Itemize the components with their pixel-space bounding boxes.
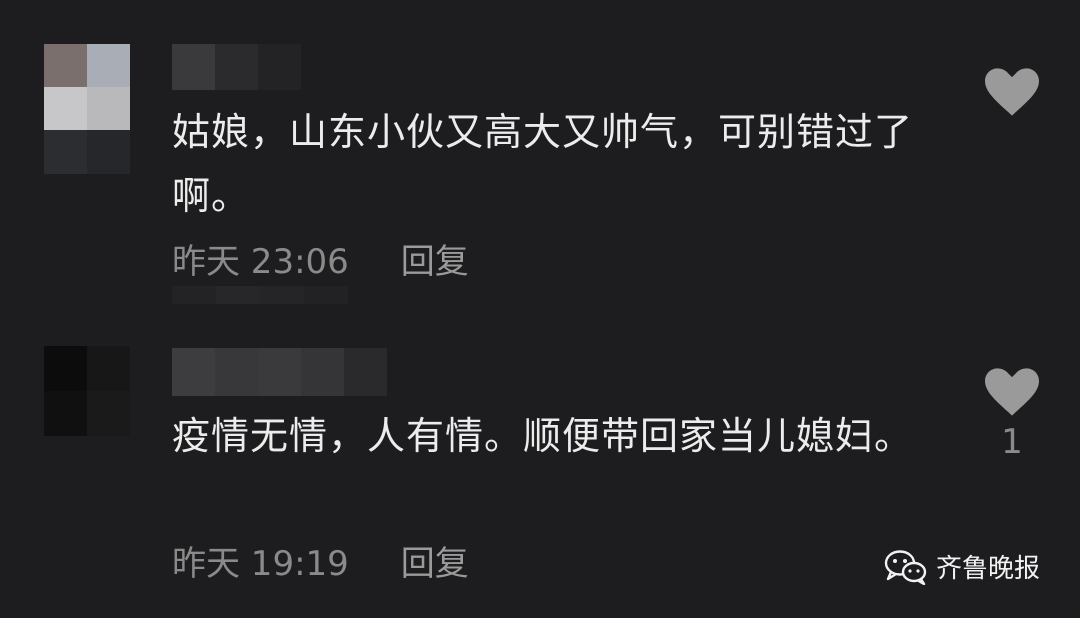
watermark-label: 齐鲁晚报 [936, 554, 1041, 584]
avatar[interactable] [44, 346, 130, 436]
blurred-strip [172, 286, 348, 304]
like-button[interactable]: 1 [984, 368, 1040, 462]
heart-icon [985, 68, 1039, 116]
heart-icon [985, 368, 1039, 416]
comment-time: 昨天 23:06 [172, 242, 349, 282]
comment-meta: 昨天 23:06 回复 [172, 234, 469, 283]
reply-button[interactable]: 回复 [401, 234, 469, 283]
watermark: 齐鲁晚报 [884, 548, 1040, 585]
comment-time: 昨天 19:19 [172, 544, 349, 584]
avatar[interactable] [44, 44, 130, 174]
comment-text: 疫情无情，人有情。顺便带回家当儿媳妇。 [172, 414, 914, 458]
username-blurred[interactable] [172, 44, 301, 90]
wechat-icon [884, 549, 927, 585]
comment-text: 姑娘，山东小伙又高大又帅气，可别错过了啊。 [172, 110, 914, 218]
reply-button[interactable]: 回复 [401, 536, 469, 585]
like-count: 1 [1001, 422, 1023, 462]
comment-item: 姑娘，山东小伙又高大又帅气，可别错过了啊。 昨天 23:06 回复 [0, 0, 1080, 310]
like-button[interactable] [984, 68, 1040, 122]
username-blurred[interactable] [172, 348, 387, 396]
comment-meta: 昨天 19:19 回复 [172, 536, 469, 585]
